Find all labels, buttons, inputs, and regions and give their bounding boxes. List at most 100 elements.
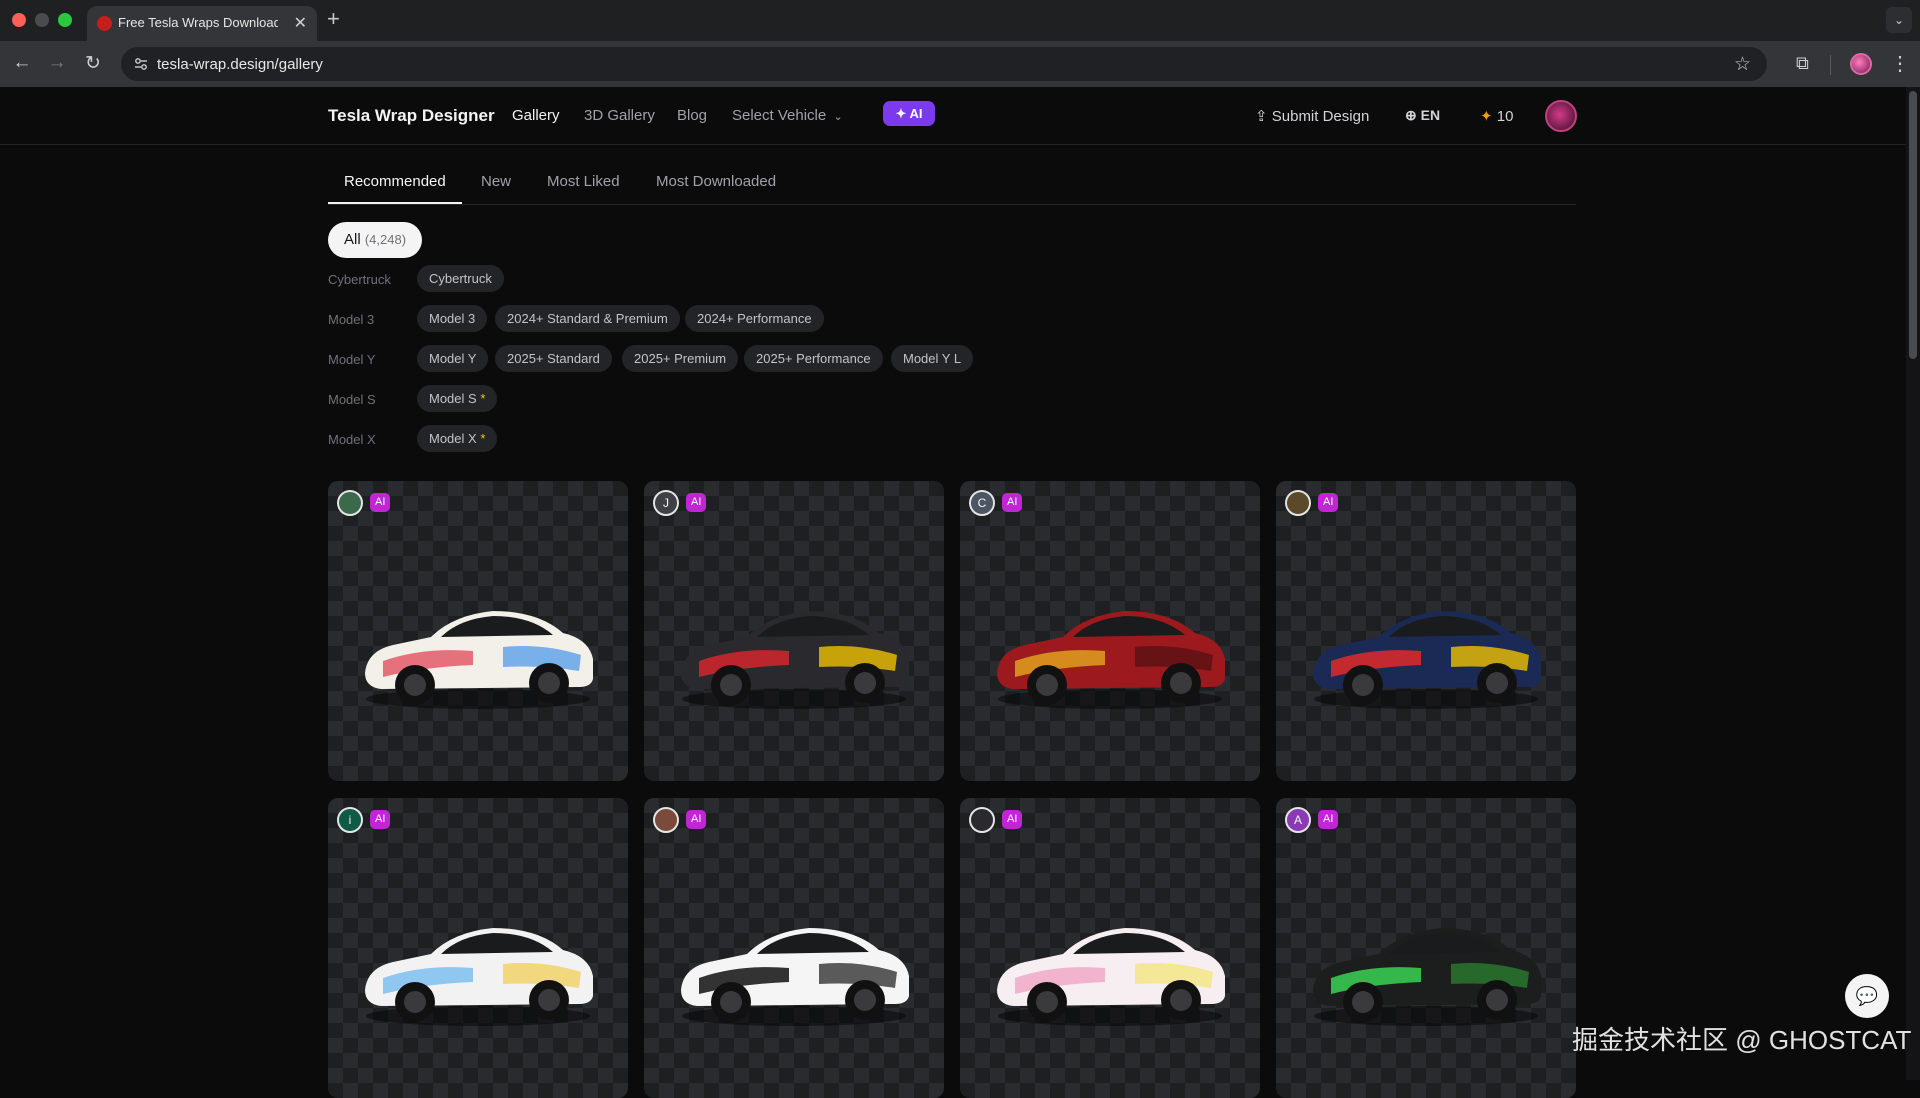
user-avatar[interactable] bbox=[1545, 100, 1577, 132]
filter-group-label: Model Y bbox=[328, 352, 376, 367]
ai-generated-badge: AI bbox=[1318, 810, 1339, 829]
wrap-card[interactable]: A AI bbox=[1276, 798, 1576, 1098]
select-vehicle-dropdown[interactable]: Select Vehicle ⌄ bbox=[732, 107, 843, 124]
ai-button[interactable]: ✦ AI bbox=[883, 101, 935, 126]
filter-chip-label: Model X bbox=[429, 431, 477, 446]
nav-gallery[interactable]: Gallery bbox=[512, 107, 560, 124]
car-wrap-preview-image bbox=[997, 611, 1225, 709]
creator-avatar[interactable] bbox=[969, 807, 995, 833]
scrollbar-thumb[interactable] bbox=[1909, 91, 1917, 359]
creator-avatar[interactable]: J bbox=[653, 490, 679, 516]
ai-generated-badge: AI bbox=[1318, 493, 1339, 512]
forward-arrow-icon[interactable]: → bbox=[45, 52, 69, 74]
submit-design-button[interactable]: ⇪ Submit Design bbox=[1255, 107, 1369, 125]
filter-all-label: All bbox=[344, 231, 361, 248]
nav-3d-gallery[interactable]: 3D Gallery bbox=[584, 107, 655, 124]
new-tab-button[interactable]: + bbox=[327, 6, 340, 32]
creator-avatar[interactable] bbox=[1285, 490, 1311, 516]
ai-generated-badge: AI bbox=[370, 493, 391, 512]
chat-bubble-icon[interactable]: 💬 bbox=[1845, 974, 1889, 1018]
creator-avatar[interactable]: A bbox=[1285, 807, 1311, 833]
reload-icon[interactable]: ↻ bbox=[81, 52, 105, 75]
coming-soon-marker: * bbox=[480, 391, 486, 406]
site-page: Tesla Wrap Designer Gallery 3D Gallery B… bbox=[0, 87, 1920, 1098]
filter-chip[interactable]: 2025+ Standard bbox=[495, 345, 612, 372]
filter-chip[interactable]: 2024+ Standard & Premium bbox=[495, 305, 680, 332]
language-label: EN bbox=[1420, 107, 1441, 123]
tab-title: Free Tesla Wraps Download - bbox=[118, 15, 278, 30]
credits-counter[interactable]: ✦ 10 bbox=[1480, 107, 1513, 125]
tab-recommended[interactable]: Recommended bbox=[328, 173, 462, 204]
close-window-button[interactable] bbox=[12, 13, 26, 27]
filter-group-label: Cybertruck bbox=[328, 272, 391, 287]
sparkle-wand-icon: ✦ bbox=[895, 106, 907, 121]
filter-chip[interactable]: Model 3 bbox=[417, 305, 488, 332]
car-wrap-preview-image bbox=[1313, 928, 1541, 1026]
filter-chip[interactable]: Model S * bbox=[417, 385, 498, 412]
car-wrap-preview-image bbox=[681, 611, 909, 709]
filter-all-count: (4,248) bbox=[364, 232, 407, 247]
filter-all-chip[interactable]: All (4,248) bbox=[328, 222, 423, 258]
ai-generated-badge: AI bbox=[1002, 493, 1023, 512]
tab-most-liked[interactable]: Most Liked bbox=[547, 173, 620, 202]
wrap-card[interactable]: C AI bbox=[960, 481, 1260, 781]
wrap-card[interactable]: AI bbox=[960, 798, 1260, 1098]
back-arrow-icon[interactable]: ← bbox=[10, 52, 34, 74]
site-settings-icon[interactable] bbox=[133, 56, 149, 72]
tab-most-downloaded[interactable]: Most Downloaded bbox=[656, 173, 776, 202]
language-selector[interactable]: ⊕ EN bbox=[1405, 107, 1440, 124]
tab-search-icon[interactable]: ⌄ bbox=[1886, 7, 1912, 33]
brand-logo-text[interactable]: Tesla Wrap Designer bbox=[328, 106, 495, 126]
sort-tabs: Recommended New Most Liked Most Download… bbox=[328, 173, 1576, 205]
url-text: tesla-wrap.design/gallery bbox=[157, 56, 323, 73]
filter-chip[interactable]: 2025+ Premium bbox=[622, 345, 739, 372]
filter-chip[interactable]: Model Y L bbox=[891, 345, 974, 372]
minimize-window-button[interactable] bbox=[35, 13, 49, 27]
chevron-down-icon: ⌄ bbox=[830, 111, 843, 123]
page-scrollbar[interactable] bbox=[1906, 87, 1920, 1080]
car-wrap-preview-image bbox=[681, 928, 909, 1026]
browser-menu-icon[interactable]: ⋮ bbox=[1890, 51, 1910, 76]
filter-chip[interactable]: 2024+ Performance bbox=[685, 305, 824, 332]
maximize-window-button[interactable] bbox=[58, 13, 72, 27]
tab-favicon-icon bbox=[97, 16, 112, 31]
creator-avatar[interactable]: C bbox=[969, 490, 995, 516]
ai-generated-badge: AI bbox=[1002, 810, 1023, 829]
browser-profile-avatar[interactable] bbox=[1850, 53, 1872, 75]
credits-sparkle-icon: ✦ bbox=[1480, 108, 1493, 125]
ai-generated-badge: AI bbox=[686, 493, 707, 512]
wrap-card[interactable]: i AI bbox=[328, 798, 628, 1098]
coming-soon-marker: * bbox=[480, 431, 486, 446]
filter-chip[interactable]: Model X * bbox=[417, 425, 498, 452]
filter-chip[interactable]: 2025+ Performance bbox=[744, 345, 883, 372]
creator-avatar[interactable]: i bbox=[337, 807, 363, 833]
creator-avatar[interactable] bbox=[653, 807, 679, 833]
nav-blog[interactable]: Blog bbox=[677, 107, 707, 124]
car-wrap-preview-image bbox=[997, 928, 1225, 1026]
tab-close-icon[interactable]: ✕ bbox=[294, 13, 307, 33]
wrap-card[interactable]: AI bbox=[1276, 481, 1576, 781]
globe-icon: ⊕ bbox=[1405, 107, 1417, 123]
ai-generated-badge: AI bbox=[686, 810, 707, 829]
address-bar[interactable]: tesla-wrap.design/gallery ☆ bbox=[121, 47, 1767, 81]
select-vehicle-label: Select Vehicle bbox=[732, 107, 827, 124]
browser-tab[interactable]: Free Tesla Wraps Download - ✕ bbox=[87, 6, 317, 41]
filter-chip[interactable]: Cybertruck bbox=[417, 265, 504, 292]
filter-chip-label: Model S bbox=[429, 391, 477, 406]
wrap-card[interactable]: AI bbox=[644, 798, 944, 1098]
car-wrap-preview-image bbox=[365, 611, 593, 709]
filter-group-label: Model 3 bbox=[328, 312, 375, 327]
filter-chip[interactable]: Model Y bbox=[417, 345, 489, 372]
wrap-card[interactable]: AI bbox=[328, 481, 628, 781]
car-wrap-preview-image bbox=[1313, 611, 1541, 709]
bookmark-star-icon[interactable]: ☆ bbox=[1734, 53, 1751, 76]
filter-group-label: Model S bbox=[328, 392, 376, 407]
browser-tab-bar: Free Tesla Wraps Download - ✕ + ⌄ bbox=[0, 0, 1920, 41]
tab-new[interactable]: New bbox=[481, 173, 511, 202]
extensions-puzzle-icon[interactable]: ⧉ bbox=[1796, 53, 1809, 74]
upload-icon: ⇪ bbox=[1255, 108, 1268, 125]
wrap-card[interactable]: J AI bbox=[644, 481, 944, 781]
filter-group-label: Model X bbox=[328, 432, 376, 447]
creator-avatar[interactable] bbox=[337, 490, 363, 516]
ai-generated-badge: AI bbox=[370, 810, 391, 829]
